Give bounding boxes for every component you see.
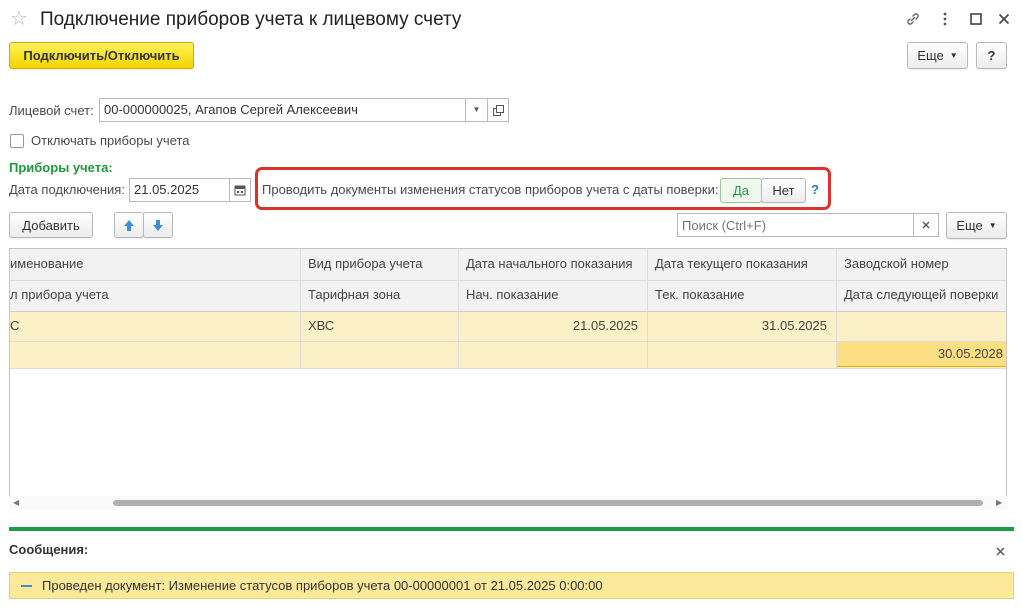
status-docs-help-link[interactable]: ?	[811, 181, 819, 199]
scroll-right-icon[interactable]: ▶	[996, 498, 1002, 507]
open-form-icon	[492, 104, 504, 116]
collapse-icon[interactable]	[21, 585, 32, 587]
clear-search-button[interactable]	[913, 213, 939, 237]
page-title: Подключение приборов учета к лицевому сч…	[40, 9, 462, 30]
account-dropdown-button[interactable]: ▼	[465, 98, 488, 122]
message-item[interactable]: Проведен документ: Изменение статусов пр…	[9, 572, 1014, 599]
horizontal-scrollbar[interactable]: ◀ ▶	[9, 496, 1007, 510]
calendar-icon	[234, 185, 246, 196]
no-toggle[interactable]: Нет	[761, 178, 806, 203]
header-current-reading[interactable]: Тек. показание	[647, 280, 836, 310]
close-icon	[922, 221, 930, 229]
move-up-button[interactable]	[114, 212, 144, 238]
header-serial-number[interactable]: Заводской номер	[836, 249, 1006, 279]
calendar-button[interactable]	[229, 178, 251, 202]
message-text: Проведен документ: Изменение статусов пр…	[42, 578, 603, 593]
add-button[interactable]: Добавить	[9, 212, 93, 238]
chevron-down-icon: ▼	[472, 105, 481, 114]
row-divider	[10, 341, 1006, 342]
connection-date-field[interactable]: 21.05.2025	[129, 178, 230, 202]
cell-next-verification[interactable]: 30.05.2028	[836, 341, 1006, 367]
close-messages-icon[interactable]	[996, 544, 1005, 559]
account-field[interactable]: 00-000000025, Агапов Сергей Алексеевич	[99, 98, 466, 122]
row-divider	[10, 280, 1006, 281]
arrow-up-icon	[124, 219, 134, 231]
header-next-verification[interactable]: Дата следующей поверки	[836, 280, 1006, 310]
maximize-icon[interactable]	[965, 8, 987, 30]
table-more-label: Еще	[956, 218, 983, 233]
header-start-date[interactable]: Дата начального показания	[458, 249, 647, 279]
help-button[interactable]: ?	[976, 42, 1007, 69]
header-name[interactable]: именование	[10, 249, 300, 279]
more-button[interactable]: Еще ▼	[907, 42, 968, 69]
account-label: Лицевой счет:	[9, 103, 94, 118]
meters-table: именование Вид прибора учета Дата началь…	[9, 248, 1007, 510]
column-divider	[458, 249, 459, 368]
header-tariff-zone[interactable]: Тарифная зона	[300, 280, 458, 310]
row-divider	[10, 311, 1006, 312]
header-start-reading[interactable]: Нач. показание	[458, 280, 647, 310]
header-meter-kind[interactable]: л прибора учета	[10, 280, 300, 310]
search-input[interactable]	[677, 213, 914, 237]
move-down-button[interactable]	[143, 212, 173, 238]
header-current-date[interactable]: Дата текущего показания	[647, 249, 836, 279]
column-divider	[647, 249, 648, 368]
row-divider	[10, 368, 1006, 369]
cell-start-date[interactable]: 21.05.2025	[458, 311, 647, 341]
table-more-button[interactable]: Еще ▼	[946, 212, 1007, 239]
column-divider	[836, 249, 837, 368]
scroll-left-icon[interactable]: ◀	[13, 498, 19, 507]
connect-disconnect-button[interactable]: Подключить/Отключить	[9, 42, 194, 69]
disable-meters-label: Отключать приборы учета	[31, 133, 190, 148]
status-docs-label: Проводить документы изменения статусов п…	[262, 182, 719, 197]
scroll-thumb[interactable]	[113, 500, 983, 506]
favorite-star-icon[interactable]: ☆	[10, 8, 28, 30]
link-icon[interactable]	[902, 8, 924, 30]
more-label: Еще	[917, 48, 944, 63]
header-meter-type[interactable]: Вид прибора учета	[300, 249, 458, 279]
close-icon[interactable]	[993, 8, 1015, 30]
meters-heading: Приборы учета:	[9, 160, 113, 175]
messages-title: Сообщения:	[9, 542, 89, 557]
cell-meter-type[interactable]: ХВС	[300, 311, 458, 341]
arrow-down-icon	[153, 219, 163, 231]
account-open-button[interactable]	[487, 98, 509, 122]
cell-current-date[interactable]: 31.05.2025	[647, 311, 836, 341]
messages-separator	[9, 527, 1014, 531]
cell-name[interactable]: С	[10, 311, 300, 341]
chevron-down-icon: ▼	[988, 221, 997, 230]
more-vertical-icon[interactable]	[934, 8, 956, 30]
connection-date-label: Дата подключения:	[9, 182, 125, 197]
chevron-down-icon: ▼	[949, 51, 958, 60]
yes-toggle[interactable]: Да	[720, 178, 762, 203]
disable-meters-checkbox[interactable]	[10, 134, 24, 148]
column-divider	[300, 249, 301, 368]
